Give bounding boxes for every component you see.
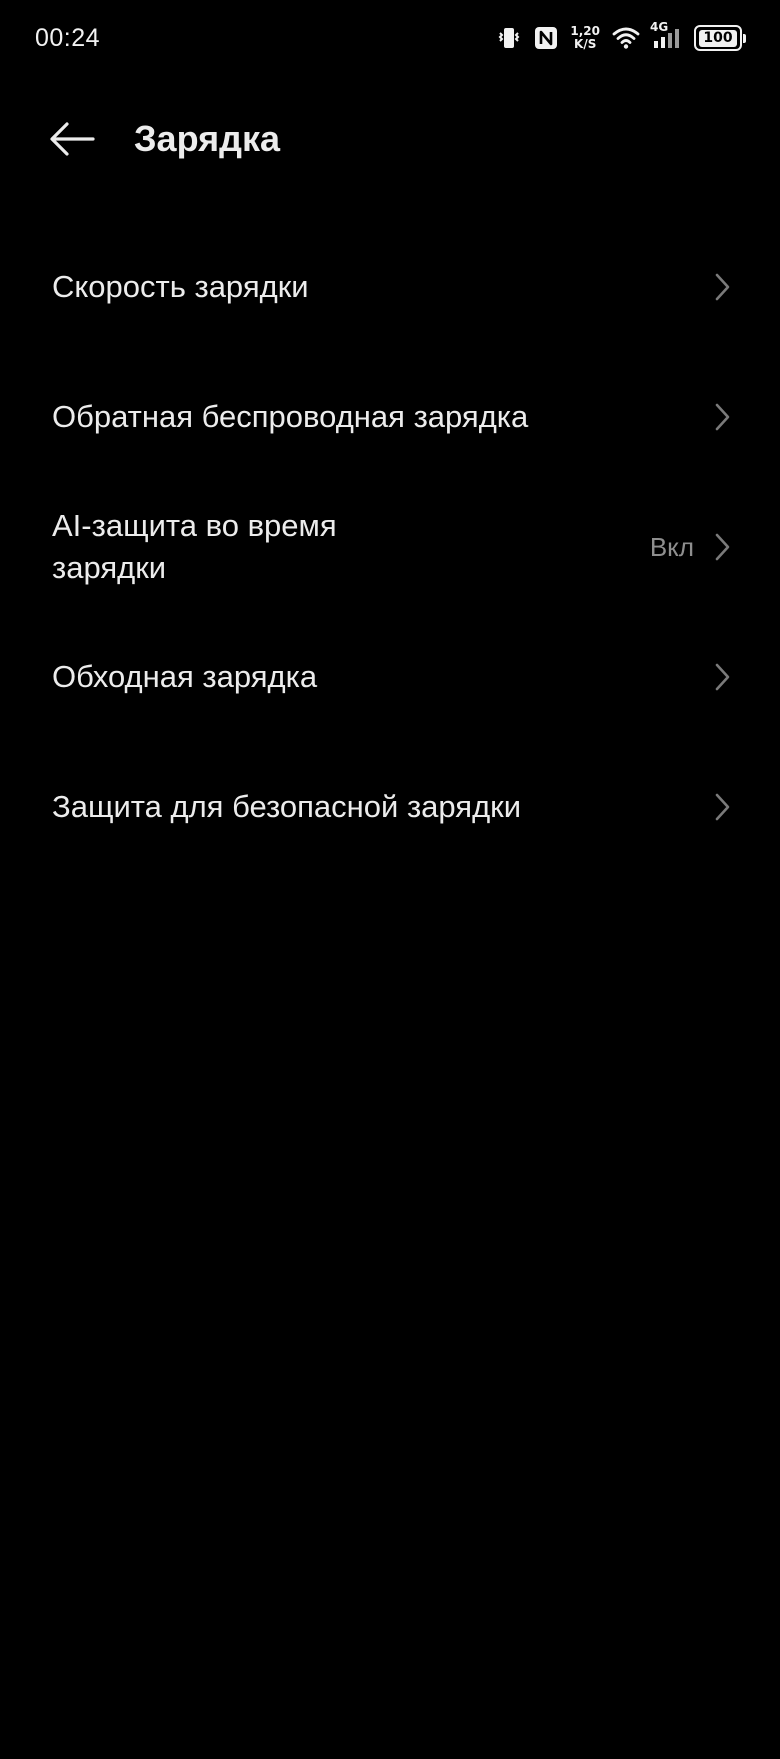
setting-bypass-charging[interactable]: Обходная зарядка bbox=[0, 612, 780, 742]
network-speed: 1,20 K/S bbox=[570, 25, 600, 51]
nfc-icon bbox=[534, 26, 558, 50]
back-arrow-icon bbox=[50, 122, 95, 156]
back-button[interactable] bbox=[46, 116, 98, 162]
battery-level: 100 bbox=[699, 29, 737, 47]
setting-label: Защита для безопасной зарядки bbox=[52, 789, 522, 824]
setting-value: Вкл bbox=[649, 531, 694, 562]
setting-reverse-wireless-charging[interactable]: Обратная беспроводная зарядка bbox=[0, 352, 780, 482]
setting-label: AI-защита во время зарядки bbox=[52, 508, 337, 585]
network-type: 4G bbox=[650, 20, 669, 34]
chevron-right-icon bbox=[712, 662, 732, 692]
status-bar: 00:24 1,20 K/S 4G 100 bbox=[0, 0, 780, 80]
setting-safe-charging-protection[interactable]: Защита для безопасной зарядки bbox=[0, 742, 780, 872]
setting-charging-speed[interactable]: Скорость зарядки bbox=[0, 222, 780, 352]
setting-label: Обратная беспроводная зарядка bbox=[52, 399, 529, 434]
settings-list: Скорость зарядки Обратная беспроводная з… bbox=[0, 222, 780, 872]
chevron-right-icon bbox=[712, 792, 732, 822]
wifi-icon bbox=[612, 26, 640, 50]
battery-icon: 100 bbox=[694, 25, 746, 51]
setting-label: Скорость зарядки bbox=[52, 269, 309, 304]
chevron-right-icon bbox=[712, 272, 732, 302]
chevron-right-icon bbox=[712, 532, 732, 562]
status-time: 00:24 bbox=[35, 24, 101, 52]
vibrate-icon bbox=[496, 25, 522, 51]
status-icons: 1,20 K/S 4G 100 bbox=[496, 20, 746, 54]
page-title: Зарядка bbox=[134, 118, 280, 159]
chevron-right-icon bbox=[712, 402, 732, 432]
setting-ai-charging-protection[interactable]: AI-защита во время зарядки Вкл bbox=[0, 482, 780, 612]
setting-label: Обходная зарядка bbox=[52, 659, 318, 694]
network-speed-unit: K/S bbox=[574, 37, 597, 51]
app-header: Зарядка bbox=[0, 100, 780, 180]
cellular-signal-icon: 4G bbox=[650, 20, 682, 50]
